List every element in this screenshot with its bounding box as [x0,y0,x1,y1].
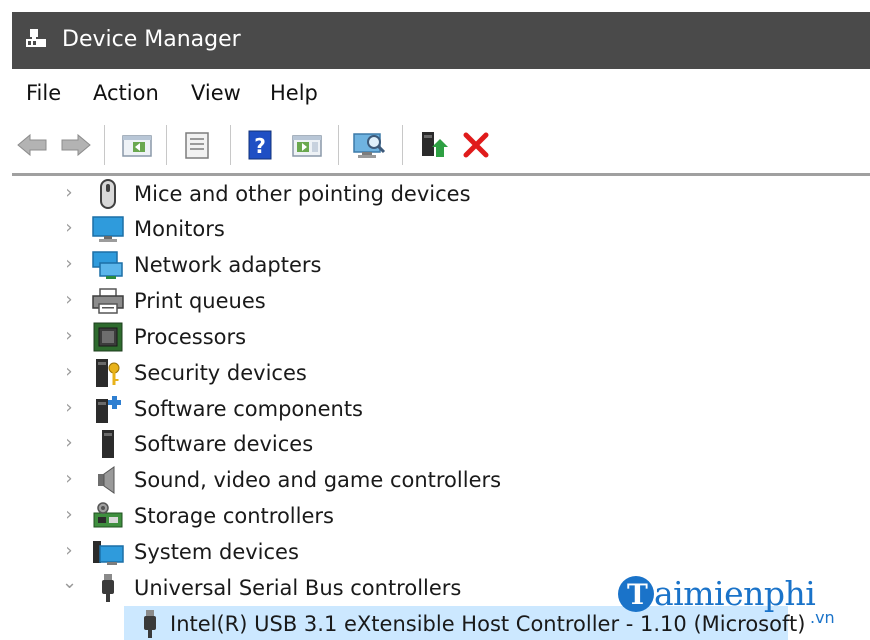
tree-node-label: Processors [134,325,247,349]
tree-node-label: Monitors [134,217,225,241]
software-component-icon [92,394,124,424]
toolbar: ? [12,117,870,176]
tree-node-label: Software components [134,397,363,421]
tree-node-storage-controllers[interactable]: › Storage controllers [12,498,870,534]
tree-node-label: System devices [134,540,299,564]
collapse-arrow-icon[interactable]: ⌄ [62,572,77,593]
tree-node-label: Software devices [134,432,314,456]
tree-node-system-devices[interactable]: › System devices [12,534,870,570]
tree-node-label: Universal Serial Bus controllers [134,576,462,600]
usb-device-icon [134,609,166,639]
toolbar-separator [166,125,167,165]
forward-icon[interactable] [58,129,92,161]
properties-sheet-icon[interactable] [180,129,214,161]
menu-action[interactable]: Action [93,79,159,107]
tree-node-software-components[interactable]: › Software components [12,391,870,427]
update-driver-icon[interactable] [418,129,448,161]
expand-arrow-icon[interactable]: › [62,361,76,382]
security-device-icon [92,358,124,388]
menu-help[interactable]: Help [270,79,318,107]
system-device-icon [92,537,124,567]
expand-arrow-icon[interactable]: › [62,217,76,238]
scan-hardware-icon[interactable] [352,129,388,161]
tree-node-label: Sound, video and game controllers [134,468,502,492]
title-bar[interactable]: Device Manager [12,12,870,69]
expand-arrow-icon[interactable]: › [62,253,76,274]
device-manager-app-icon [24,27,48,51]
tree-node-processors[interactable]: › Processors [12,319,870,355]
expand-arrow-icon[interactable]: › [62,468,76,489]
expand-arrow-icon[interactable]: › [62,289,76,310]
tree-node-label: Mice and other pointing devices [134,182,471,206]
help-icon[interactable]: ? [244,129,278,161]
toolbar-separator [338,125,339,165]
toolbar-separator [104,125,105,165]
tree-node-label: Security devices [134,361,307,385]
watermark-text: aimienphi [654,574,816,613]
printer-icon [92,286,124,316]
expand-arrow-icon[interactable]: › [62,432,76,453]
tree-node-label: Print queues [134,289,266,313]
toolbar-separator [230,125,231,165]
device-tree: › Mice and other pointing devices › Moni… [12,176,870,640]
storage-controller-icon [92,501,124,531]
uninstall-icon[interactable] [460,129,492,161]
tree-node-sound-video-game[interactable]: › Sound, video and game controllers [12,462,870,498]
mouse-icon [92,179,124,209]
expand-arrow-icon[interactable]: › [62,540,76,561]
usb-icon [92,573,124,603]
tree-node-network-adapters[interactable]: › Network adapters [12,247,870,283]
monitor-icon [92,214,124,244]
menu-view[interactable]: View [191,79,241,107]
taimienphi-watermark: T aimienphi .vn [618,574,848,634]
speaker-icon [92,465,124,495]
tree-node-label: Storage controllers [134,504,334,528]
svg-text:?: ? [254,134,266,158]
action-pane-icon[interactable] [290,129,324,161]
tree-node-label: Network adapters [134,253,322,277]
expand-arrow-icon[interactable]: › [62,504,76,525]
expand-arrow-icon[interactable]: › [62,325,76,346]
tree-node-print-queues[interactable]: › Print queues [12,283,870,319]
menu-bar: File Action View Help [12,69,870,117]
tree-node-mice[interactable]: › Mice and other pointing devices [12,176,870,212]
watermark-tld: .vn [810,608,835,627]
watermark-letter: T [627,578,648,611]
tree-node-security-devices[interactable]: › Security devices [12,355,870,391]
network-adapter-icon [92,250,124,280]
software-device-icon [92,429,124,459]
toolbar-separator [402,125,403,165]
tree-node-monitors[interactable]: › Monitors [12,211,870,247]
back-icon[interactable] [16,129,50,161]
device-manager-window: Device Manager File Action View Help ? ›… [12,12,870,640]
menu-file[interactable]: File [26,79,61,107]
expand-arrow-icon[interactable]: › [62,397,76,418]
tree-node-software-devices[interactable]: › Software devices [12,426,870,462]
expand-arrow-icon[interactable]: › [62,182,76,203]
window-title: Device Manager [62,27,241,52]
properties-pane-icon[interactable] [120,129,154,161]
processor-icon [92,322,124,352]
